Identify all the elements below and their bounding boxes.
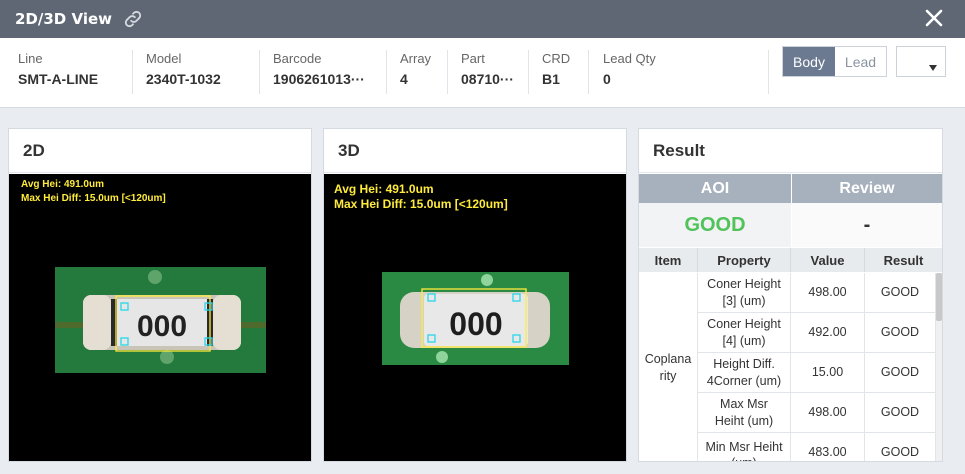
info-bar: Line SMT-A-LINE Model 2340T-1032 Barcode… — [0, 38, 965, 108]
table-cell-value: 498.00 — [791, 273, 865, 313]
panel-3d: 3D Avg Hei: 491.0um Max Hei Diff: 15.0um… — [323, 128, 627, 462]
info-barcode: Barcode 1906261013··· — [273, 51, 365, 95]
divider — [259, 50, 260, 94]
table-cell-result: GOOD — [865, 393, 936, 433]
divider — [528, 50, 529, 94]
crd-label: CRD — [542, 51, 571, 66]
table-cell-result: GOOD — [865, 433, 936, 461]
table-cell-property: Min Msr Heiht (um) — [698, 433, 791, 461]
table-cell-result: GOOD — [865, 353, 936, 393]
link-icon[interactable] — [122, 8, 144, 30]
component-marking: 000 — [137, 310, 187, 343]
info-crd: CRD B1 — [542, 51, 570, 95]
info-model: Model 2340T-1032 — [146, 51, 221, 95]
info-array: Array 4 — [400, 51, 431, 95]
table-scrollbar[interactable] — [936, 273, 942, 461]
lead-toggle-button[interactable]: Lead — [835, 47, 886, 76]
column-header: Value — [791, 248, 865, 272]
chevron-down-icon — [929, 58, 937, 76]
barcode-label: Barcode — [273, 51, 322, 66]
table-cell-result: GOOD — [865, 273, 936, 313]
crd-value: B1 — [542, 71, 560, 87]
table-cell-value: 15.00 — [791, 353, 865, 393]
table-cell-value: 492.00 — [791, 313, 865, 353]
table-cell-property: Coner Height [3] (um) — [698, 273, 791, 313]
component-2d-image: 000 — [55, 267, 266, 373]
divider — [447, 50, 448, 94]
review-header: Review — [792, 174, 942, 203]
panel-2d: 2D Avg Hei: 491.0um Max Hei Diff: 15.0um… — [8, 128, 312, 462]
component-3d-image: 000 — [382, 272, 569, 365]
panel-3d-title: 3D — [324, 129, 626, 173]
panel-2d-title: 2D — [9, 129, 311, 173]
line-label: Line — [18, 51, 43, 66]
image-3d: Avg Hei: 491.0um Max Hei Diff: 15.0um [<… — [324, 174, 626, 461]
divider — [588, 50, 589, 94]
image-2d: Avg Hei: 491.0um Max Hei Diff: 15.0um [<… — [9, 174, 311, 461]
column-header: Item — [639, 248, 698, 272]
model-value: 2340T-1032 — [146, 71, 221, 87]
aoi-header: AOI — [639, 174, 791, 203]
array-label: Array — [400, 51, 432, 66]
lead-qty-label: Lead Qty — [603, 51, 656, 66]
view-dropdown[interactable] — [896, 46, 946, 77]
model-label: Model — [146, 51, 182, 66]
info-line: Line SMT-A-LINE — [18, 51, 98, 95]
avg-hei-text: Avg Hei: 491.0um — [21, 179, 104, 190]
item-group-cell: Coplanarity — [639, 273, 698, 461]
body-toggle-button[interactable]: Body — [783, 47, 835, 76]
part-value: 08710··· — [461, 71, 514, 87]
table-cell-value: 483.00 — [791, 433, 865, 461]
close-icon[interactable] — [921, 5, 947, 31]
table-cell-property: Max Msr Heiht (um) — [698, 393, 791, 433]
max-hei-diff-text: Max Hei Diff: 15.0um [<120um] — [21, 193, 166, 204]
part-label: Part — [461, 51, 485, 66]
max-hei-diff-text: Max Hei Diff: 15.0um [<120um] — [334, 197, 508, 211]
line-value: SMT-A-LINE — [18, 71, 99, 87]
component-marking: 000 — [449, 306, 502, 342]
table-cell-property: Coner Height [4] (um) — [698, 313, 791, 353]
result-title: Result — [639, 129, 942, 173]
info-lead-qty: Lead Qty 0 — [603, 51, 656, 95]
lead-qty-value: 0 — [603, 71, 611, 87]
review-result-value: - — [792, 203, 942, 247]
body-lead-toggle: Body Lead — [782, 46, 887, 77]
title-bar: 2D/3D View — [0, 0, 965, 38]
table-header: Item Property Value Result — [639, 248, 942, 272]
table-cell-value: 498.00 — [791, 393, 865, 433]
table-cell-result: GOOD — [865, 313, 936, 353]
divider — [132, 50, 133, 94]
info-part: Part 08710··· — [461, 51, 514, 95]
result-panel: Result AOI Review GOOD - Item Property V… — [638, 128, 943, 462]
column-header: Property — [698, 248, 791, 272]
array-value: 4 — [400, 71, 408, 87]
divider — [386, 50, 387, 94]
table-cell-property: Height Diff. 4Corner (um) — [698, 353, 791, 393]
divider — [768, 50, 769, 94]
scrollbar-thumb[interactable] — [936, 273, 942, 321]
barcode-value: 1906261013··· — [273, 71, 365, 87]
window-title: 2D/3D View — [15, 10, 112, 28]
avg-hei-text: Avg Hei: 491.0um — [334, 182, 434, 196]
aoi-result-value: GOOD — [639, 203, 791, 247]
column-header: Result — [883, 252, 924, 268]
